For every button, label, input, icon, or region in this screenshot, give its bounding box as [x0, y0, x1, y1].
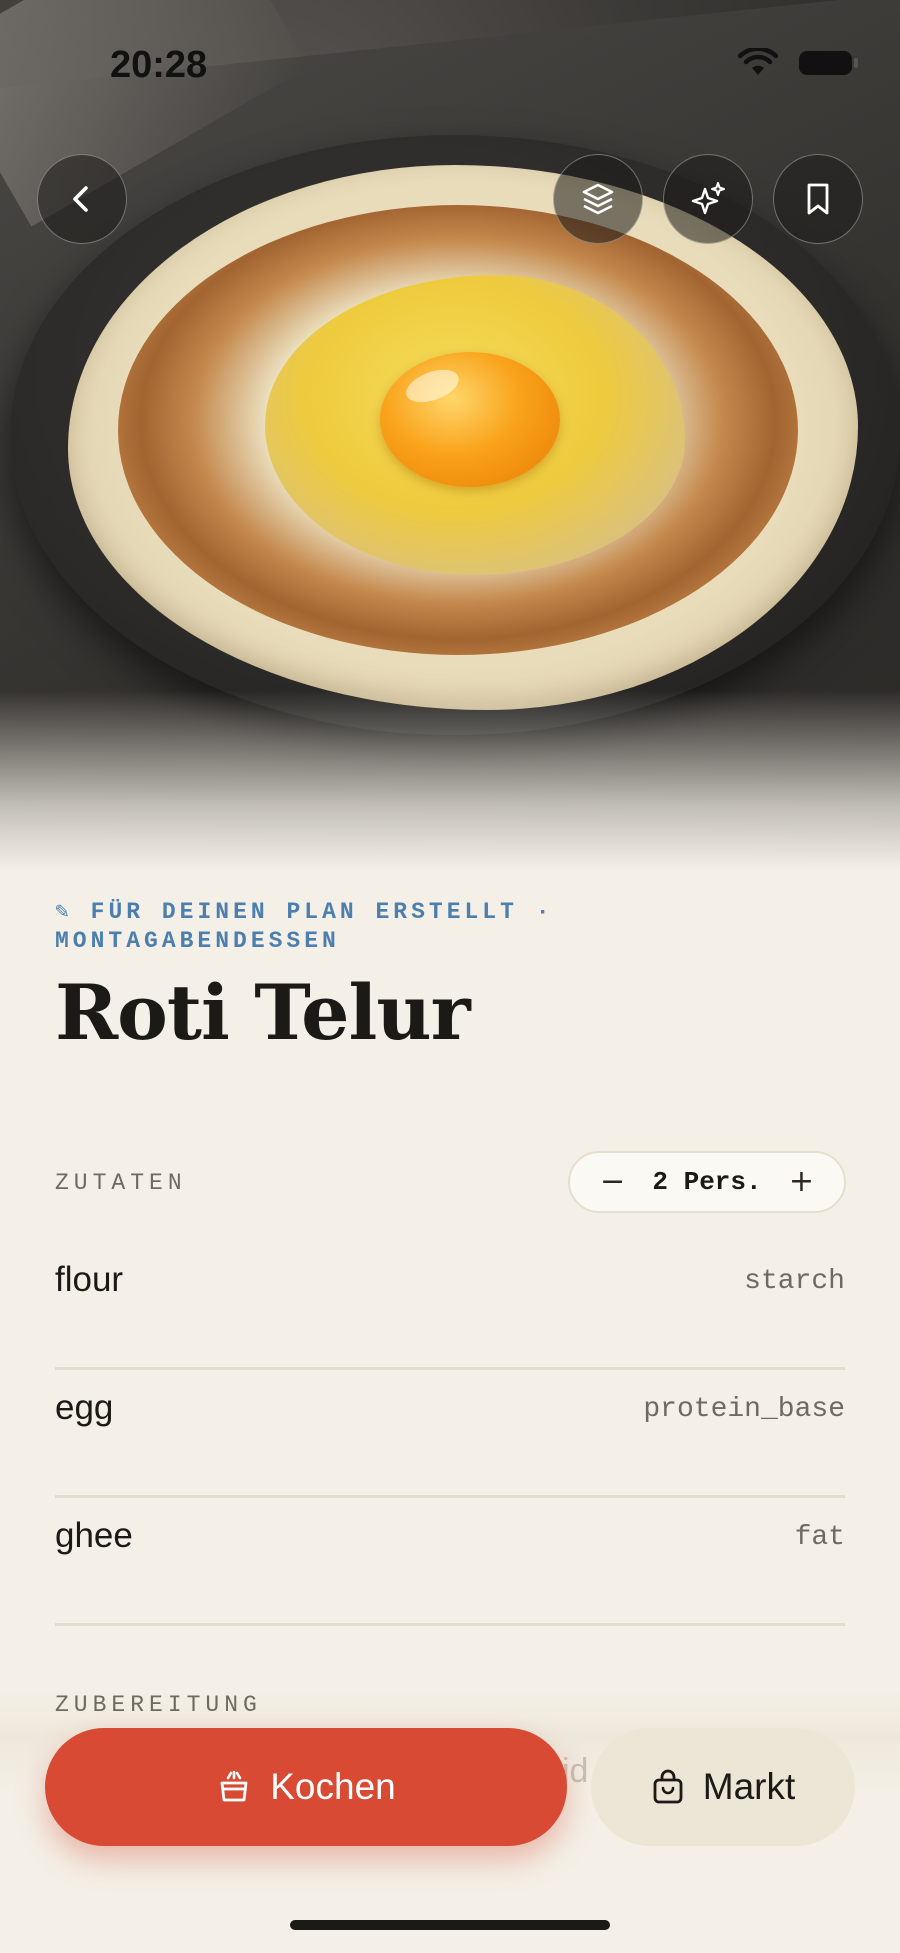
- ingredient-row[interactable]: ghee fat: [55, 1498, 845, 1626]
- plan-origin-label: ✎ FÜR DEINEN PLAN ERSTELLT · MONTAGABEND…: [55, 899, 554, 954]
- servings-stepper: − 2 Pers. +: [568, 1151, 846, 1213]
- wifi-icon: [738, 48, 778, 75]
- ingredient-category: fat: [794, 1522, 845, 1553]
- ingredient-list: flour starch egg protein_base ghee fat: [55, 1242, 845, 1626]
- cook-button[interactable]: Kochen: [45, 1728, 567, 1846]
- decrease-servings-button[interactable]: −: [600, 1167, 625, 1197]
- status-icons: [738, 48, 860, 78]
- market-button[interactable]: Markt: [591, 1728, 855, 1846]
- market-button-label: Markt: [702, 1766, 796, 1807]
- home-indicator[interactable]: [290, 1920, 610, 1930]
- ingredient-name: egg: [55, 1388, 114, 1427]
- status-time: 20:28: [110, 44, 208, 86]
- shopping-bag-icon: [653, 1769, 683, 1804]
- ingredient-category: protein_base: [643, 1394, 845, 1425]
- ingredient-name: ghee: [55, 1516, 133, 1555]
- ingredient-name: flour: [55, 1260, 124, 1299]
- ai-sparkles-button[interactable]: [663, 154, 753, 244]
- back-button[interactable]: [37, 154, 127, 244]
- increase-servings-button[interactable]: +: [789, 1167, 814, 1197]
- cook-button-label: Kochen: [270, 1766, 396, 1807]
- egg-yolk: [380, 352, 560, 487]
- ingredient-category: starch: [744, 1266, 845, 1297]
- sparkles-icon: [691, 182, 725, 215]
- preparation-heading: ZUBEREITUNG: [55, 1692, 262, 1718]
- layers-button[interactable]: [553, 154, 643, 244]
- battery-icon: [799, 51, 858, 75]
- recipe-hero-image: [0, 0, 900, 870]
- ingredient-row[interactable]: flour starch: [55, 1242, 845, 1370]
- bookmark-icon: [807, 183, 829, 215]
- layers-icon: [582, 183, 614, 215]
- chevron-left-icon: [73, 186, 88, 212]
- servings-count: 2 Pers.: [652, 1167, 762, 1197]
- ingredient-row[interactable]: egg protein_base: [55, 1370, 845, 1498]
- ingredients-heading: ZUTATEN: [55, 1170, 187, 1196]
- pot-icon: [220, 1770, 248, 1802]
- bookmark-button[interactable]: [773, 154, 863, 244]
- recipe-title: Roti Telur: [55, 968, 471, 1057]
